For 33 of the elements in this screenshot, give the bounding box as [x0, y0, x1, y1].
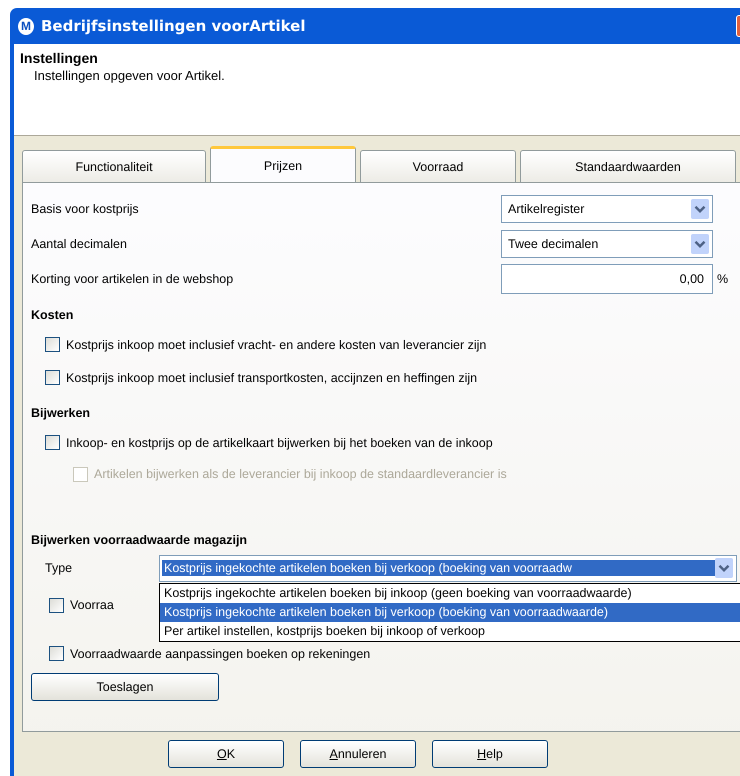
field-label: Type	[45, 561, 74, 575]
section-title: Bijwerken	[31, 405, 92, 422]
checkbox-label: Inkoop- en kostprijs op de artikelkaart bijwerken bij het boeken van de inkoop	[66, 436, 493, 450]
unit-label: %	[717, 272, 728, 286]
header-title: Instellingen	[20, 50, 99, 66]
tab[interactable]: Voorraad	[360, 150, 516, 182]
field-label: Basis voor kostprijs	[31, 202, 140, 216]
checkbox-label: Kostprijs inkoop moet inclusief transportkosten, accijnzen en heffingen zijn	[66, 370, 478, 384]
tab[interactable]: Functionaliteit	[22, 150, 206, 182]
tab[interactable]: Standaardwaarden	[520, 150, 736, 182]
number-field[interactable]: 0,00	[501, 264, 713, 294]
app-icon: M	[18, 18, 34, 34]
checkbox-label: Artikelen bijwerken als de leverancier bij inkoop de standaardleverancier is	[94, 467, 507, 481]
toeslagen-button[interactable]: Toeslagen	[31, 673, 219, 701]
dialog-button[interactable]: Annuleren	[300, 740, 416, 768]
dropdown[interactable]: Artikelregister	[501, 194, 713, 222]
dropdown[interactable]: Twee decimalen	[501, 230, 713, 258]
checkbox-label: Voorraa	[70, 598, 114, 612]
field-label: Aantal decimalen	[31, 236, 128, 250]
dialog-button[interactable]: OK	[168, 740, 284, 768]
window-title: Bedrijfsinstellingen voorArtikel	[41, 17, 306, 35]
dialog-button[interactable]: Help	[432, 740, 548, 768]
header-subtitle: Instellingen opgeven voor Artikel.	[33, 68, 226, 83]
section-title: Bijwerken voorraadwaarde magazijn	[31, 532, 248, 549]
checkbox-label: Kostprijs inkoop moet inclusief vracht- en andere kosten van leverancier zijn	[66, 338, 486, 352]
dropdown-option[interactable]: Per artikel instellen, kostprijs boeken bij inkoop of verkoop	[160, 622, 740, 641]
dropdown-option[interactable]: Kostprijs ingekochte artikelen boeken bij verkoop (boeking van voorraadwaarde)	[160, 603, 740, 622]
dropdown[interactable]: Kostprijs ingekochte artikelen boeken bij verkoop (boeking van voorraadw	[159, 554, 737, 582]
dropdown-option[interactable]: Kostprijs ingekochte artikelen boeken bij inkoop (geen boeking van voorraadwaarde)	[160, 584, 740, 603]
section-title: Kosten	[31, 307, 74, 324]
field-label: Korting voor artikelen in de webshop	[31, 272, 234, 286]
tab[interactable]: Prijzen	[210, 146, 356, 182]
checkbox-label: Voorraadwaarde aanpassingen boeken op rekeningen	[70, 647, 370, 661]
